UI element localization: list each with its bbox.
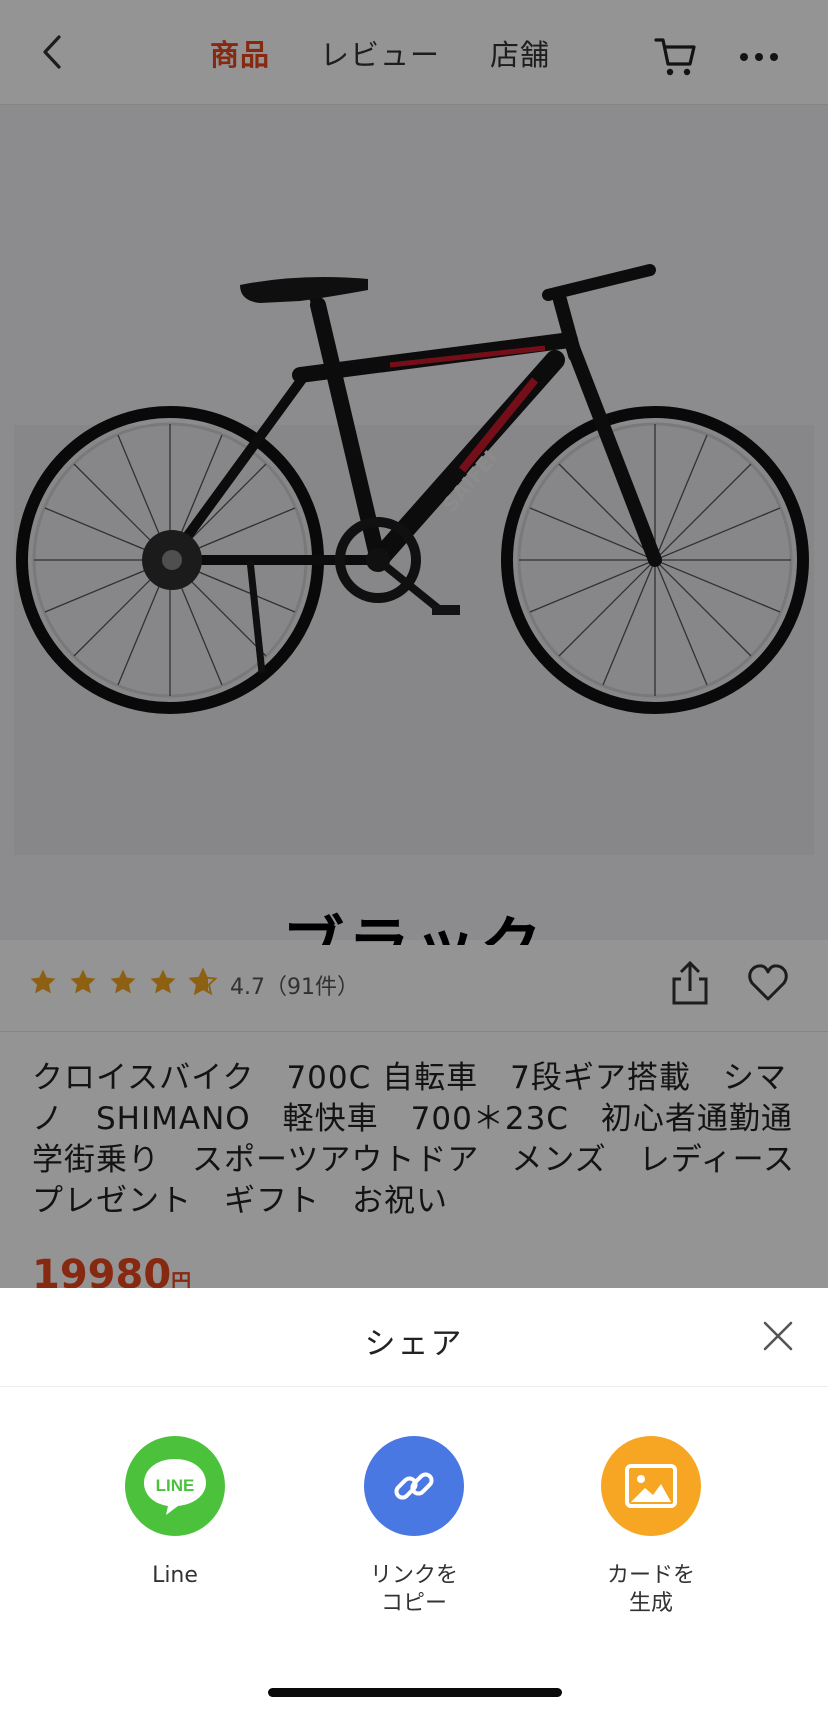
share-option-copy-link[interactable]: リンクを コピー (319, 1436, 509, 1618)
share-option-generate-card[interactable]: カードを 生成 (556, 1436, 746, 1618)
share-option-label: Line (152, 1563, 198, 1588)
close-button[interactable] (760, 1318, 796, 1354)
home-indicator (268, 1688, 562, 1697)
share-sheet-header: シェア (0, 1288, 828, 1387)
close-icon (763, 1321, 793, 1351)
link-icon (364, 1436, 464, 1536)
share-option-label: リンクを コピー (369, 1563, 458, 1616)
share-option-label: カードを 生成 (606, 1563, 695, 1616)
line-icon: LINE (125, 1436, 225, 1536)
svg-text:LINE: LINE (156, 1476, 195, 1495)
share-sheet: シェア LINE Line リンクを コピー カードを 生成 (0, 1288, 828, 1709)
image-card-icon (601, 1436, 701, 1536)
share-sheet-title: シェア (364, 1326, 464, 1362)
share-option-line[interactable]: LINE Line (80, 1436, 270, 1590)
